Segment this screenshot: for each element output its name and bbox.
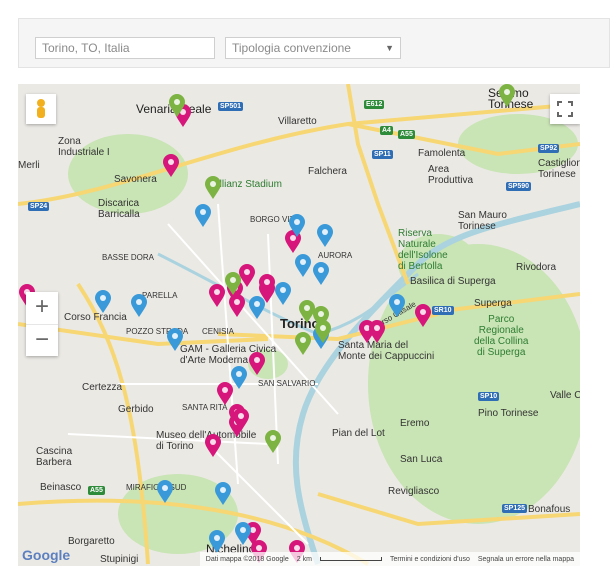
blue-marker-pin-icon[interactable]: [166, 328, 184, 352]
label-san-luca: San Luca: [400, 454, 443, 465]
label-allianz: Allianz Stadium: [213, 179, 282, 190]
blue-marker-pin-icon[interactable]: [312, 262, 330, 286]
report-error-link[interactable]: Segnala un errore nella mappa: [478, 556, 574, 563]
blue-marker-pin-icon[interactable]: [248, 296, 266, 320]
chevron-down-icon: ▼: [385, 43, 394, 53]
label-riserva: Riserva Naturale dell'Isolone di Bertoll…: [398, 228, 448, 272]
blue-marker-pin-icon[interactable]: [230, 366, 248, 390]
shield-a55-south: A55: [88, 486, 105, 495]
shield-sp501: SP501: [218, 102, 244, 111]
scale-bar: [319, 557, 382, 561]
pink-marker-pin-icon[interactable]: [368, 320, 386, 344]
label-falchera-east: Famolenta: [418, 148, 466, 159]
shield-sp125: SP125: [502, 504, 528, 513]
label-borgaretto: Borgaretto: [68, 536, 115, 547]
label-superga: Superga: [474, 298, 512, 309]
label-valle-cep: Valle Cep: [550, 390, 580, 401]
label-villaretto: Villaretto: [278, 116, 317, 127]
terms-link[interactable]: Termini e condizioni d'uso: [390, 556, 470, 563]
label-area-produttiva: Area Produttiva: [428, 164, 474, 186]
blue-marker-pin-icon[interactable]: [294, 254, 312, 278]
label-beinasco: Beinasco: [40, 482, 82, 493]
scale-label: 2 km: [296, 555, 312, 563]
shield-sp11: SP11: [372, 150, 393, 159]
blue-marker-pin-icon[interactable]: [388, 294, 406, 318]
green-marker-pin-icon[interactable]: [204, 176, 222, 200]
shield-sp24: SP24: [28, 202, 50, 211]
location-input[interactable]: Torino, TO, Italia: [35, 37, 215, 59]
pink-marker-pin-icon[interactable]: [232, 408, 250, 432]
label-falchera: Falchera: [308, 166, 347, 177]
green-marker-pin-icon[interactable]: [498, 84, 516, 108]
green-marker-pin-icon[interactable]: [224, 272, 242, 296]
shield-a55: A55: [398, 130, 415, 139]
blue-marker-pin-icon[interactable]: [130, 294, 148, 318]
label-pino: Pino Torinese: [478, 408, 539, 419]
shield-sp590: SP590: [506, 182, 532, 191]
blue-marker-pin-icon[interactable]: [274, 282, 292, 306]
label-zona-industriale: Zona Industriale I: [58, 136, 110, 158]
convention-type-select[interactable]: Tipologia convenzione ▼: [225, 37, 401, 59]
street-view-pegman-icon[interactable]: [26, 94, 56, 124]
label-pian-del-lot: Pian del Lot: [332, 428, 385, 439]
label-basse-dora: BASSE DORA: [102, 253, 155, 262]
label-cascina: Cascina Barbera: [36, 446, 73, 468]
label-savonera: Savonera: [114, 174, 157, 185]
pink-marker-pin-icon[interactable]: [248, 352, 266, 376]
blue-marker-pin-icon[interactable]: [288, 214, 306, 238]
label-rivodora: Rivodora: [516, 262, 557, 273]
pink-marker-pin-icon[interactable]: [414, 304, 432, 328]
blue-marker-pin-icon[interactable]: [208, 530, 226, 554]
label-merli: Merli: [18, 160, 40, 171]
label-bonafous: Bonafous: [528, 504, 571, 515]
pink-marker-pin-icon[interactable]: [228, 294, 246, 318]
shield-e612: E612: [364, 100, 385, 109]
label-basilica-superga: Basilica di Superga: [410, 276, 496, 287]
label-castiglione: Castiglion Torinese: [538, 158, 580, 180]
shield-sr10: SR10: [432, 306, 454, 315]
pink-marker-pin-icon[interactable]: [162, 154, 180, 178]
green-marker-pin-icon[interactable]: [294, 332, 312, 356]
label-stupinigi: Stupinigi: [100, 554, 139, 565]
label-certezza: Certezza: [82, 382, 123, 393]
convention-type-value: Tipologia convenzione: [232, 41, 351, 55]
map[interactable]: Venaria Reale Zona Industriale I Merli S…: [18, 84, 580, 566]
pink-marker-pin-icon[interactable]: [204, 434, 222, 458]
green-marker-pin-icon[interactable]: [314, 320, 332, 344]
map-data-credit: Dati mappa ©2018 Google: [205, 555, 289, 563]
label-eremo: Eremo: [400, 418, 430, 429]
zoom-control: + −: [26, 292, 58, 356]
label-aurora: AURORA: [318, 251, 353, 260]
blue-marker-pin-icon[interactable]: [194, 204, 212, 228]
blue-marker-pin-icon[interactable]: [214, 482, 232, 506]
google-logo: Google: [22, 547, 71, 563]
blue-marker-pin-icon[interactable]: [234, 522, 252, 546]
zoom-out-button[interactable]: −: [26, 324, 58, 357]
label-santa-maria: Santa Maria del Monte dei Cappuccini: [338, 340, 435, 362]
blue-marker-pin-icon[interactable]: [316, 224, 334, 248]
green-marker-pin-icon[interactable]: [264, 430, 282, 454]
blue-marker-pin-icon[interactable]: [94, 290, 112, 314]
label-revigliasco: Revigliasco: [388, 486, 440, 497]
map-attribution: Dati mappa ©2018 Google 2 km Termini e c…: [199, 552, 580, 566]
fullscreen-icon: [557, 101, 573, 117]
label-cenisia: CENISIA: [202, 327, 235, 336]
shield-sp92: SP92: [538, 144, 560, 153]
fullscreen-button[interactable]: [550, 94, 580, 124]
blue-marker-pin-icon[interactable]: [156, 480, 174, 504]
green-marker-pin-icon[interactable]: [168, 94, 186, 118]
label-san-salvario: SAN SALVARIO: [258, 379, 316, 388]
label-gerbido: Gerbido: [118, 404, 154, 415]
shield-sp10: SP10: [478, 392, 500, 401]
filter-bar: Torino, TO, Italia Tipologia convenzione…: [18, 18, 610, 68]
label-parco: Parco Regionale della Collina di Superga: [474, 314, 529, 358]
zoom-in-button[interactable]: +: [26, 292, 58, 324]
label-san-mauro: San Mauro Torinese: [458, 210, 507, 232]
shield-a4: A4: [380, 126, 393, 135]
label-discarica: Discarica Barricalla: [98, 198, 140, 220]
